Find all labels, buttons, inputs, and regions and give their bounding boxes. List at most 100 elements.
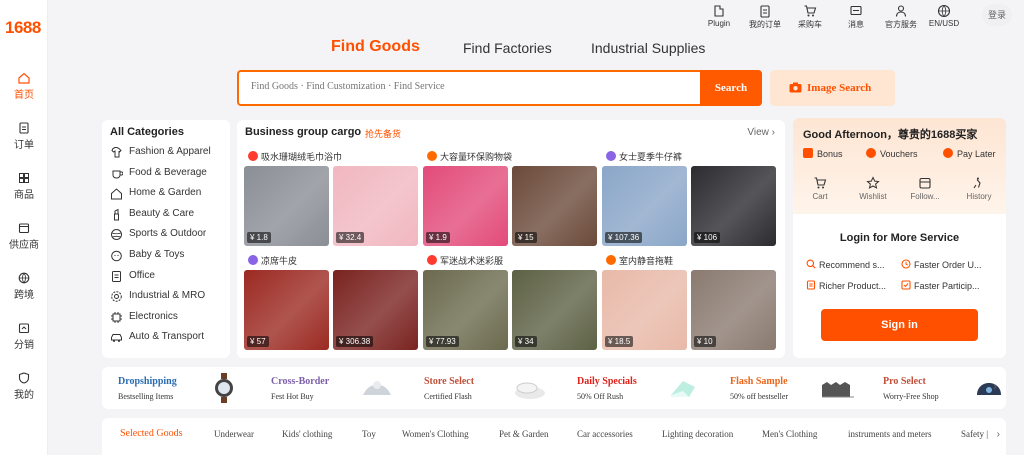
quick-link-wishlist[interactable]: Wishlist xyxy=(853,176,893,201)
logo[interactable]: 1688 xyxy=(5,18,41,38)
tab-find-factories[interactable]: Find Factories xyxy=(463,40,552,56)
plugin-button[interactable]: Plugin xyxy=(699,4,739,28)
promo-title: Flash Sample xyxy=(730,376,788,387)
category-tab[interactable]: Toy xyxy=(362,429,376,439)
product-image[interactable]: ¥ 10 xyxy=(691,270,776,350)
chevron-right-icon[interactable]: › xyxy=(997,429,1000,440)
quick-link-label: History xyxy=(966,192,992,201)
user-shield-icon xyxy=(18,372,30,384)
cargo-group[interactable]: 凉席牛皮 ¥ 57 ¥ 306.38 xyxy=(244,254,419,352)
promo-item[interactable]: Daily Specials 50% Off Rush xyxy=(561,367,711,409)
product-image[interactable]: ¥ 18.5 xyxy=(602,270,687,350)
price-tag: ¥ 57 xyxy=(247,336,269,347)
car-icon xyxy=(111,334,122,343)
perk-vouchers[interactable]: Vouchers xyxy=(866,148,918,159)
product-image[interactable]: ¥ 57 xyxy=(244,270,329,350)
category-label: Industrial & MRO xyxy=(129,290,206,302)
product-image[interactable]: ¥ 106 xyxy=(691,166,776,246)
category-tab[interactable]: Selected Goods xyxy=(120,428,183,439)
fire-icon xyxy=(427,255,437,265)
service-item: Richer Product... xyxy=(806,280,899,291)
rail-item-orders[interactable]: 订单 xyxy=(0,122,48,151)
search-button[interactable]: Search xyxy=(700,70,762,106)
category-tab[interactable]: instruments and meters xyxy=(848,429,931,439)
promo-item[interactable]: Cross-Border Fest Hot Buy xyxy=(255,367,405,409)
cargo-group-title: 室内静音拖鞋 xyxy=(606,254,673,267)
voucher-icon xyxy=(866,148,876,158)
messages-button[interactable]: 消息 xyxy=(836,4,876,30)
quick-link-follow[interactable]: Follow... xyxy=(905,176,945,201)
product-image[interactable]: ¥ 77.93 xyxy=(423,270,508,350)
rail-item-mine[interactable]: 我的 xyxy=(0,372,48,401)
search-box: Search xyxy=(237,70,762,106)
category-tab[interactable]: Women's Clothing xyxy=(402,429,469,439)
price-tag: ¥ 1.9 xyxy=(426,232,450,243)
promo-item[interactable]: Store Select Certified Flash xyxy=(408,367,558,409)
product-image[interactable]: ¥ 34 xyxy=(512,270,597,350)
rail-item-home[interactable]: 首页 xyxy=(0,72,48,101)
category-tab[interactable]: Underwear xyxy=(214,429,254,439)
product-image[interactable]: ¥ 107.36 xyxy=(602,166,687,246)
language-currency-button[interactable]: EN/USD xyxy=(924,4,964,28)
promo-strip: Dropshipping Bestselling Items Cross-Borde… xyxy=(102,367,1006,409)
search-icon xyxy=(806,259,816,269)
category-tab[interactable]: Kids' clothing xyxy=(282,429,332,439)
search-input[interactable] xyxy=(251,81,691,92)
clock-icon xyxy=(901,259,911,269)
cargo-group-label: 吸水珊瑚绒毛巾浴巾 xyxy=(261,152,343,162)
category-label: Office xyxy=(129,269,155,281)
category-label: Auto & Transport xyxy=(129,331,205,343)
promo-item[interactable]: Flash Sample 50% off bestseller xyxy=(714,367,864,409)
service-label: Recommend s... xyxy=(819,260,885,270)
cargo-view-link[interactable]: View › xyxy=(747,127,775,138)
quick-link-history[interactable]: History xyxy=(959,176,999,201)
tab-find-goods[interactable]: Find Goods xyxy=(331,38,420,56)
cargo-group[interactable]: 大容量环保购物袋 ¥ 1.9 ¥ 15 xyxy=(423,150,598,248)
perk-pay-later[interactable]: Pay Later xyxy=(943,148,996,159)
rail-item-suppliers[interactable]: 供应商 xyxy=(0,222,48,251)
category-tab[interactable]: Safety | xyxy=(961,429,988,439)
official-service-button[interactable]: 官方服务 xyxy=(881,4,921,30)
sign-in-button[interactable]: Sign in xyxy=(821,309,978,341)
login-title: Login for More Service xyxy=(839,232,960,244)
cargo-group[interactable]: 室内静音拖鞋 ¥ 18.5 ¥ 10 xyxy=(602,254,777,352)
price-tag: ¥ 15 xyxy=(515,232,537,243)
perk-label: Bonus xyxy=(817,149,843,159)
promo-item[interactable]: Dropshipping Bestselling Items xyxy=(102,367,252,409)
tab-industrial-supplies[interactable]: Industrial Supplies xyxy=(591,40,705,56)
price-tag: ¥ 306.38 xyxy=(336,336,374,347)
login-button[interactable]: 登录 xyxy=(982,4,1012,26)
category-tab[interactable]: Lighting decoration xyxy=(662,429,733,439)
category-tab[interactable]: Car accessories xyxy=(577,429,633,439)
cargo-group-label: 室内静音拖鞋 xyxy=(619,256,674,266)
product-image[interactable]: ¥ 15 xyxy=(512,166,597,246)
category-tab[interactable]: Men's Clothing xyxy=(762,429,817,439)
category-tab[interactable]: Pet & Garden xyxy=(499,429,549,439)
product-image[interactable]: ¥ 32.4 xyxy=(333,166,418,246)
promo-title: Store Select xyxy=(424,376,475,387)
price-tag: ¥ 77.93 xyxy=(426,336,459,347)
rail-item-products[interactable]: 商品 xyxy=(0,172,48,201)
cargo-group-label: 女士夏季牛仔裤 xyxy=(619,152,683,162)
my-orders-button[interactable]: 我的订单 xyxy=(745,4,785,30)
category-tabs: Selected Goods Underwear Kids' clothing Toy… xyxy=(102,418,1006,455)
cargo-group-title: 大容量环保购物袋 xyxy=(427,150,512,163)
gear-icon xyxy=(111,291,122,302)
perk-bonus[interactable]: Bonus xyxy=(803,148,843,159)
product-image[interactable]: ¥ 1.8 xyxy=(244,166,329,246)
purchase-cart-button[interactable]: 采购车 xyxy=(790,4,830,30)
product-image[interactable]: ¥ 1.9 xyxy=(423,166,508,246)
util-label: 消息 xyxy=(848,20,864,29)
rail-item-crossborder[interactable]: 跨境 xyxy=(0,272,48,301)
cargo-group[interactable]: 吸水珊瑚绒毛巾浴巾 ¥ 1.8 ¥ 32.4 xyxy=(244,150,419,248)
product-image[interactable]: ¥ 306.38 xyxy=(333,270,418,350)
quick-link-cart[interactable]: Cart xyxy=(800,176,840,201)
image-search-button[interactable]: Image Search xyxy=(770,70,895,106)
rail-item-distribution[interactable]: 分销 xyxy=(0,322,48,351)
cargo-group[interactable]: 军迷战术迷彩服 ¥ 77.93 ¥ 34 xyxy=(423,254,598,352)
category-label: Electronics xyxy=(129,310,178,322)
cargo-group[interactable]: 女士夏季牛仔裤 ¥ 107.36 ¥ 106 xyxy=(602,150,777,248)
util-label: 采购车 xyxy=(798,20,822,29)
chevron-right-icon[interactable]: › xyxy=(988,380,1002,394)
share-icon xyxy=(18,323,30,334)
